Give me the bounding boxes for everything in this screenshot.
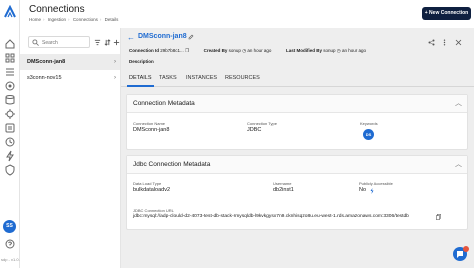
left-nav-rail: SS sdp - v1.0.1 xyxy=(0,0,22,268)
breadcrumb-home[interactable]: Home xyxy=(29,17,41,22)
copy-icon[interactable]: ❐ xyxy=(185,48,189,53)
created-by-label: Created By xyxy=(203,48,228,53)
jdbc-metadata-card: Jdbc Connection Metadata ︿ Data Load Typ… xyxy=(126,155,468,230)
help-icon[interactable] xyxy=(4,238,16,250)
tab-details[interactable]: DETAILS xyxy=(127,75,153,87)
tab-instances[interactable]: INSTANCES xyxy=(186,75,217,81)
chevron-right-icon: › xyxy=(114,75,116,81)
connection-id-label: Connection Id xyxy=(129,48,159,53)
list-item[interactable]: DMSconn-jan8 › xyxy=(20,54,120,70)
chevron-up-icon[interactable]: ︿ xyxy=(455,98,462,108)
list-item-label: s3conn-nov15 xyxy=(27,75,62,81)
user-avatar[interactable]: SS xyxy=(3,220,16,233)
new-connection-button[interactable]: + New Connection xyxy=(422,7,471,20)
share-icon[interactable] xyxy=(428,33,435,46)
target-icon[interactable] xyxy=(4,80,16,92)
keyword-badge[interactable]: DS xyxy=(363,129,374,140)
jdbc-url-label: JDBC Connection URL xyxy=(133,208,174,213)
ingestion-icon[interactable] xyxy=(4,66,16,78)
connection-list-panel: DMSconn-jan8 › s3conn-nov15 › xyxy=(20,28,121,268)
connection-name-value: DMSconn-jan8 xyxy=(133,127,170,133)
created-time: an hour ago xyxy=(247,48,272,53)
breadcrumb-ingestion[interactable]: Ingestion xyxy=(48,17,66,22)
username-value: db2inst1 xyxy=(273,187,294,193)
policy-icon[interactable] xyxy=(4,164,16,176)
search-field[interactable] xyxy=(28,36,90,48)
detail-panel: ← DMSconn-jan8 Connection Id 29b7b8c1...… xyxy=(121,28,474,268)
created-by-value: sonup xyxy=(228,48,241,53)
card-title: Jdbc Connection Metadata xyxy=(133,161,211,168)
description-label: Description xyxy=(129,59,154,64)
keywords-label: Keywords xyxy=(360,121,378,126)
tab-tasks[interactable]: TASKS xyxy=(159,75,177,81)
modified-by-value: sonup xyxy=(323,48,336,53)
back-arrow-icon[interactable]: ← xyxy=(127,33,135,42)
more-options-icon[interactable] xyxy=(441,33,448,46)
database-icon[interactable] xyxy=(4,94,16,106)
connection-metadata-card: Connection Metadata ︿ Connection Name DM… xyxy=(126,94,468,150)
data-load-type-label: Data Load Type xyxy=(133,181,162,186)
tab-bar: DETAILS TASKS INSTANCES RESOURCES xyxy=(121,71,474,87)
header-toolbar xyxy=(428,33,468,46)
detail-header: ← DMSconn-jan8 Connection Id 29b7b8c1...… xyxy=(121,28,474,71)
card-title: Connection Metadata xyxy=(133,100,195,107)
metadata-row: Connection Id 29b7b8c1... ❐ Created By s… xyxy=(129,48,366,54)
tab-resources[interactable]: RESOURCES xyxy=(225,75,260,81)
clock-icon: ◷ xyxy=(336,48,341,53)
card-header[interactable]: Connection Metadata ︿ xyxy=(127,95,467,113)
page-header: Connections Home › Ingestion › Connections… xyxy=(20,0,474,28)
add-icon[interactable] xyxy=(113,39,120,46)
data-load-type-value: bulkdataloadv2 xyxy=(133,187,171,193)
search-icon xyxy=(32,39,39,46)
logo-icon[interactable] xyxy=(3,5,17,19)
connection-id-value: 29b7b8c1... xyxy=(160,48,184,53)
page-title: Connections xyxy=(29,4,85,15)
close-icon[interactable] xyxy=(455,33,462,46)
modified-by-label: Last Modified By xyxy=(285,48,322,53)
chevron-up-icon[interactable]: ︿ xyxy=(455,159,462,169)
modified-time: an hour ago xyxy=(341,48,367,53)
publicly-accessible-value: No xyxy=(359,187,367,193)
sort-icon[interactable] xyxy=(104,39,111,46)
version-label: sdp - v1.0.1 xyxy=(1,257,22,262)
clock-icon: ◷ xyxy=(242,48,247,53)
breadcrumb-connections[interactable]: Connections xyxy=(73,17,98,22)
copy-icon[interactable] xyxy=(436,214,441,220)
connection-name-title: DMSconn-jan8 xyxy=(138,33,187,40)
connection-name-label: Connection Name xyxy=(133,121,166,126)
filter-icon[interactable] xyxy=(94,39,101,46)
grid-icon[interactable] xyxy=(4,52,16,64)
history-icon[interactable] xyxy=(4,136,16,148)
edit-icon[interactable] xyxy=(188,34,194,40)
chevron-right-icon: › xyxy=(114,59,116,65)
bolt-icon[interactable] xyxy=(4,150,16,162)
home-icon[interactable] xyxy=(4,38,16,50)
bolt-icon xyxy=(370,188,374,194)
search-input[interactable] xyxy=(42,38,88,47)
list-item-label: DMSconn-jan8 xyxy=(27,59,66,65)
username-label: Username xyxy=(273,181,292,186)
card-header[interactable]: Jdbc Connection Metadata ︿ xyxy=(127,156,467,174)
connection-type-label: Connection Type xyxy=(247,121,277,126)
publicly-accessible-label: Publicly Accessible xyxy=(359,181,393,186)
breadcrumb-details: Details xyxy=(104,17,119,22)
breadcrumb: Home › Ingestion › Connections › Details xyxy=(29,17,119,22)
connection-type-value: JDBC xyxy=(247,127,262,133)
jdbc-url-value: jdbc:mysql://adp-clould-d2-4073-test-db-… xyxy=(133,214,409,219)
list-item[interactable]: s3conn-nov15 › xyxy=(20,70,120,86)
notification-badge xyxy=(463,246,469,252)
catalog-icon[interactable] xyxy=(4,122,16,134)
settings-icon[interactable] xyxy=(4,108,16,120)
